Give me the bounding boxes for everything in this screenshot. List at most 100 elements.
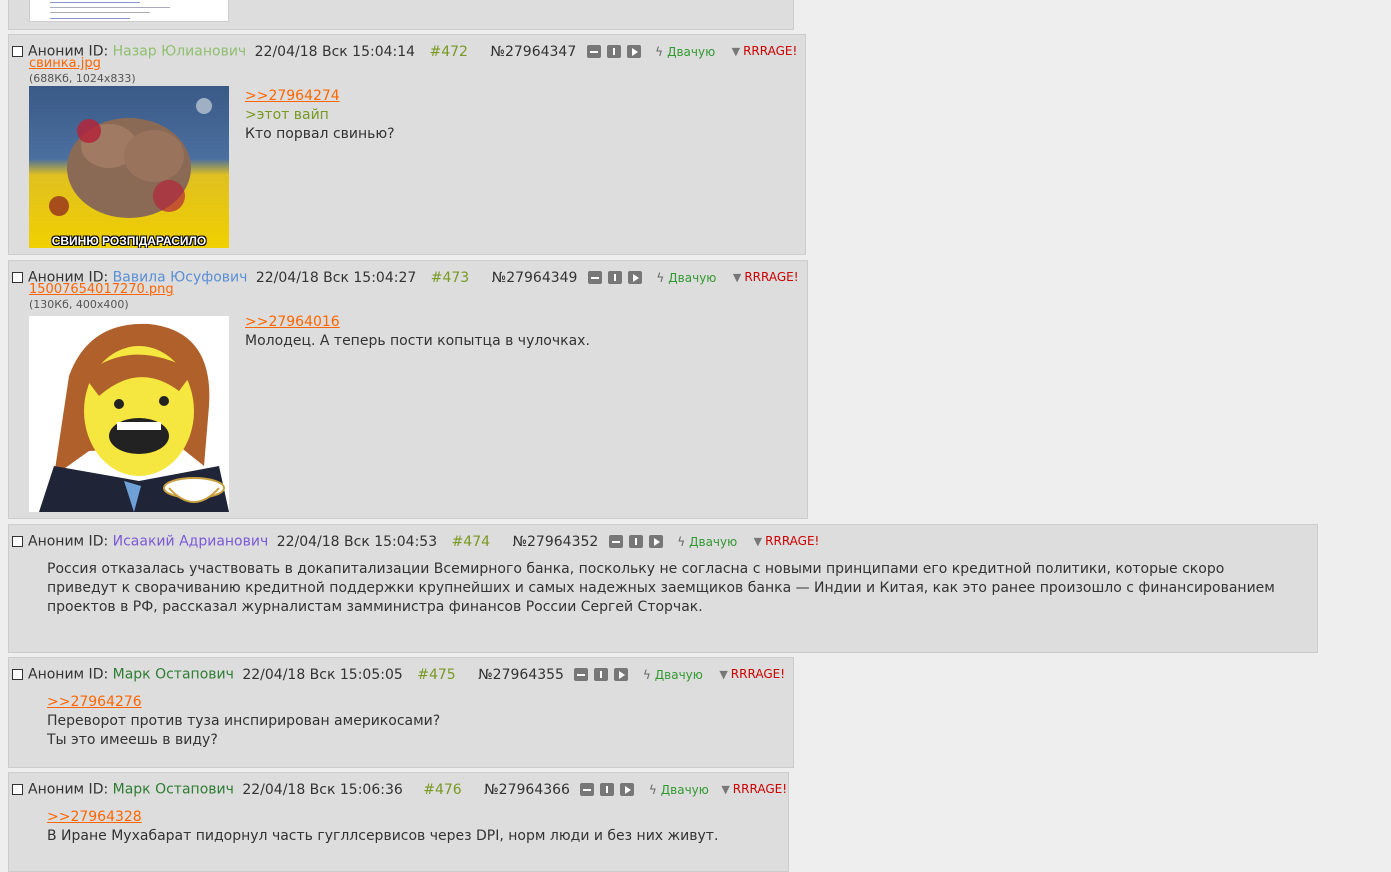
like-label: Двачую	[667, 44, 716, 59]
like-label: Двачую	[660, 782, 709, 797]
file-name-link[interactable]: свинка.jpg	[29, 57, 101, 71]
poster-name: Аноним ID:	[28, 666, 109, 683]
lightning-icon: ϟ	[642, 667, 651, 682]
post-image-thumbnail[interactable]	[29, 316, 229, 512]
dislike-button[interactable]: ▼ RRRAGE!	[721, 782, 787, 796]
poster-name: Аноним ID:	[28, 533, 109, 550]
lightning-icon: ϟ	[677, 534, 686, 549]
poster-id-name: Марк Остапович	[112, 781, 234, 798]
thumbs-down-icon: ▼	[731, 45, 741, 58]
file-info: (130Кб, 400x400)	[29, 298, 129, 311]
hide-post-button[interactable]	[574, 668, 589, 681]
post-474: Аноним ID: Исаакий Адрианович 22/04/18 В…	[8, 524, 1318, 653]
post-header: Аноним ID: Исаакий Адрианович 22/04/18 В…	[12, 533, 819, 550]
post-action-buttons	[608, 534, 669, 550]
lightning-icon: ϟ	[655, 44, 664, 59]
thumbnail-text-lines	[50, 7, 170, 8]
message-line: Россия отказалась участвовать в докапита…	[47, 561, 1225, 577]
post-header: Аноним ID: Марк Остапович 22/04/18 Вск 1…	[12, 666, 785, 683]
post-date: 22/04/18 Вск 15:04:27	[255, 269, 417, 286]
hide-post-button[interactable]	[587, 271, 602, 284]
post-number-link[interactable]: №27964355	[478, 667, 564, 683]
post-number-link[interactable]: №27964347	[490, 44, 576, 60]
hide-post-button[interactable]	[608, 535, 623, 548]
message-line: приведут к сворачиванию кредитной поддер…	[47, 580, 1275, 596]
dislike-label: RRRAGE!	[732, 782, 788, 796]
dislike-label: RRRAGE!	[743, 44, 798, 58]
message-line: Переворот против туза инспирирован амери…	[47, 713, 441, 729]
reply-link[interactable]: >>27964276	[47, 693, 440, 712]
post-476: Аноним ID: Марк Остапович 22/04/18 Вск 1…	[8, 772, 789, 872]
reply-post-button[interactable]	[626, 45, 641, 58]
file-name-link[interactable]: 15007654017270.png	[29, 283, 174, 297]
post-action-buttons	[580, 782, 640, 798]
lightning-icon: ϟ	[648, 782, 657, 797]
post-message: >>27964328 В Иране Мухабарат пидорнул ча…	[47, 808, 718, 846]
reply-link[interactable]: >>27964016	[245, 313, 590, 332]
poster-id-name: Марк Остапович	[112, 666, 234, 683]
like-button[interactable]: ϟ Двачую	[649, 783, 709, 797]
post-number-link[interactable]: №27964352	[512, 534, 598, 550]
thumbs-down-icon: ▼	[753, 535, 763, 548]
post-message: Россия отказалась участвовать в докапита…	[47, 560, 1275, 617]
post-select-checkbox[interactable]	[12, 46, 23, 57]
post-image-thumbnail[interactable]: СВИНЮ РОЗПІДАРАСИЛО	[29, 86, 229, 248]
like-label: Двачую	[668, 270, 717, 285]
post-select-checkbox[interactable]	[12, 784, 23, 795]
report-post-button[interactable]	[606, 45, 621, 58]
cartoon-face-image	[39, 323, 229, 512]
post-475: Аноним ID: Марк Остапович 22/04/18 Вск 1…	[8, 657, 794, 768]
dislike-button[interactable]: ▼ RRRAGE!	[732, 44, 798, 58]
message-line: В Иране Мухабарат пидорнул часть гугллсе…	[47, 828, 719, 844]
previous-post-thumbnail[interactable]	[29, 0, 229, 22]
lightning-icon: ϟ	[656, 270, 665, 285]
post-index: #475	[417, 666, 456, 683]
like-button[interactable]: ϟ Двачую	[643, 668, 703, 682]
reply-post-button[interactable]	[648, 535, 663, 548]
thumbnail-text-lines	[50, 18, 130, 19]
post-index: #473	[430, 269, 470, 286]
reply-post-button[interactable]	[627, 271, 642, 284]
hide-post-button[interactable]	[580, 783, 595, 796]
dislike-button[interactable]: ▼ RRRAGE!	[754, 534, 820, 548]
post-select-checkbox[interactable]	[12, 536, 23, 547]
poster-id-name: Исаакий Адрианович	[112, 533, 269, 550]
dislike-label: RRRAGE!	[730, 667, 786, 681]
thumbs-down-icon: ▼	[721, 783, 730, 796]
post-date: 22/04/18 Вск 15:06:36	[242, 781, 403, 798]
like-button[interactable]: ϟ Двачую	[655, 45, 715, 59]
reply-post-button[interactable]	[620, 783, 635, 796]
poster-id-name: Назар Юлианович	[112, 43, 247, 60]
pig-image	[49, 98, 212, 218]
post-index: #476	[423, 781, 462, 798]
post-date: 22/04/18 Вск 15:04:53	[276, 533, 438, 550]
report-post-button[interactable]	[607, 271, 622, 284]
post-472: Аноним ID: Назар Юлианович 22/04/18 Вск …	[8, 34, 806, 255]
dislike-button[interactable]: ▼ RRRAGE!	[733, 270, 799, 284]
thumbs-down-icon: ▼	[719, 668, 728, 681]
hide-post-button[interactable]	[586, 45, 601, 58]
message-line: Кто порвал свинью?	[245, 126, 395, 142]
reply-link[interactable]: >>27964328	[47, 808, 718, 827]
post-select-checkbox[interactable]	[12, 272, 23, 283]
reply-link[interactable]: >>27964274	[245, 87, 395, 106]
post-date: 22/04/18 Вск 15:04:14	[254, 43, 416, 60]
like-button[interactable]: ϟ Двачую	[677, 535, 737, 549]
post-date: 22/04/18 Вск 15:05:05	[242, 666, 403, 683]
post-index: #472	[429, 43, 468, 60]
report-post-button[interactable]	[600, 783, 615, 796]
post-action-buttons	[586, 44, 647, 60]
post-action-buttons	[587, 270, 648, 286]
greentext-line: >этот вайп	[245, 107, 329, 123]
report-post-button[interactable]	[628, 535, 643, 548]
reply-post-button[interactable]	[614, 668, 629, 681]
post-select-checkbox[interactable]	[12, 669, 23, 680]
like-button[interactable]: ϟ Двачую	[656, 271, 716, 285]
post-473: Аноним ID: Вавила Юсуфович 22/04/18 Вск …	[8, 260, 808, 519]
post-number-link[interactable]: №27964349	[492, 270, 578, 286]
dislike-button[interactable]: ▼ RRRAGE!	[719, 667, 785, 681]
post-number-link[interactable]: №27964366	[484, 782, 570, 798]
like-label: Двачую	[654, 667, 703, 682]
report-post-button[interactable]	[594, 668, 609, 681]
post-index: #474	[451, 533, 491, 550]
